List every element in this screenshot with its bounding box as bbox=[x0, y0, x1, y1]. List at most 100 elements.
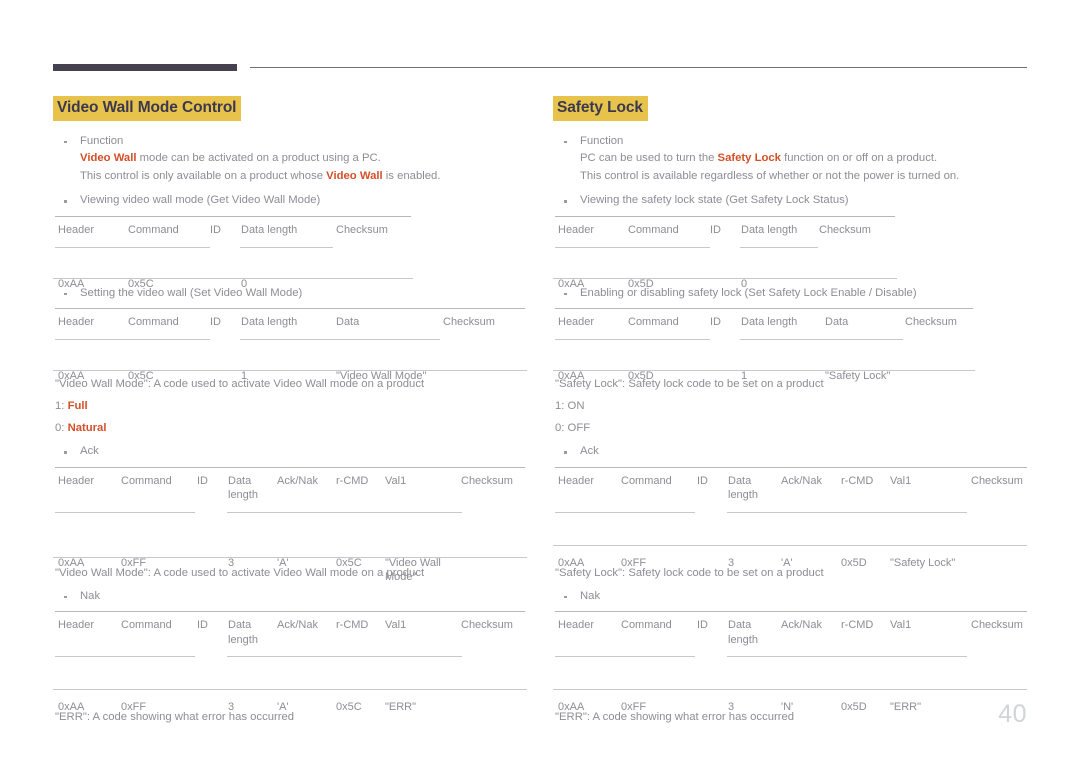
col-header-val1: Val1 bbox=[890, 619, 912, 631]
table-rule-mid-left bbox=[55, 656, 195, 657]
table-set-safety-lock: Header Command ID Data length Data Check… bbox=[553, 308, 1027, 382]
table-header-row: Header Command ID Data length Ack/Nak r-… bbox=[53, 618, 527, 656]
col-header-header: Header bbox=[58, 474, 95, 487]
option-on: 1: ON bbox=[555, 400, 585, 412]
function-line-3: This control is available regardless of … bbox=[580, 169, 960, 182]
col-header-checksum: Checksum bbox=[819, 223, 871, 236]
col-header-data-length: Data length bbox=[728, 474, 758, 502]
option-off: 0: OFF bbox=[555, 422, 591, 434]
col-header-data-length: Data length bbox=[228, 474, 258, 502]
cell-r-cmd: 0x5D bbox=[841, 556, 867, 569]
cell-header: 0xAA bbox=[558, 370, 585, 382]
set-safety-lock-label: Enabling or disabling safety lock (Set S… bbox=[580, 286, 917, 299]
option-natural-value: Natural bbox=[67, 422, 107, 434]
col-header-ack-nak: Ack/Nak bbox=[277, 474, 318, 487]
accent-video-wall-1: Video Wall bbox=[80, 152, 137, 164]
col-header-checksum: Checksum bbox=[443, 316, 495, 328]
cell-data-length: 1 bbox=[741, 370, 748, 382]
col-header-command: Command bbox=[128, 223, 179, 236]
bullet-function: Function PC can be used to turn the Safe… bbox=[553, 133, 1027, 186]
cell-header: 0xAA bbox=[558, 701, 585, 713]
col-header-checksum: Checksum bbox=[905, 316, 957, 328]
function-line-2-text: mode can be activated on a product using… bbox=[136, 152, 381, 164]
option-natural: 0: Natural bbox=[53, 415, 527, 437]
cell-val1: "ERR" bbox=[890, 701, 922, 713]
function-line-3: This control is only available on a prod… bbox=[80, 168, 527, 186]
cell-command: 0xFF bbox=[121, 556, 147, 569]
bullet-nak: Nak bbox=[553, 588, 1027, 606]
cell-ack-nak: 'A' bbox=[277, 701, 289, 713]
table-rule-mid-left bbox=[555, 656, 695, 657]
col-header-ack-nak: Ack/Nak bbox=[781, 474, 822, 487]
cell-header: 0xAA bbox=[58, 701, 85, 713]
col-header-data: Data bbox=[825, 316, 849, 328]
bullet-set-video-wall-mode: Setting the video wall (Set Video Wall M… bbox=[53, 285, 527, 303]
table-rule-mid-left bbox=[555, 511, 695, 513]
col-header-r-cmd: r-CMD bbox=[841, 619, 874, 631]
col-header-data-length: Data length bbox=[741, 316, 798, 328]
cell-r-cmd: 0x5C bbox=[336, 701, 362, 713]
left-column: Video Wall Mode Control Function Video W… bbox=[53, 96, 527, 726]
table-rule-top bbox=[555, 611, 1027, 612]
table-rule-bottom bbox=[553, 277, 897, 279]
page-title-safety-lock: Safety Lock bbox=[553, 96, 648, 121]
table-header-row: Header Command ID Data length Ack/Nak r-… bbox=[553, 618, 1027, 656]
col-header-id: ID bbox=[210, 223, 221, 236]
table-rule-top bbox=[55, 308, 525, 309]
bullet-ack: Ack bbox=[553, 443, 1027, 461]
col-header-command: Command bbox=[621, 474, 672, 487]
function-line-2-post: function on or off on a product. bbox=[780, 152, 938, 164]
get-safety-lock-status-label: Viewing the safety lock state (Get Safet… bbox=[580, 194, 849, 206]
table-header-row: Header Command ID Data length Ack/Nak r-… bbox=[53, 474, 527, 512]
cell-command: 0xFF bbox=[621, 556, 647, 569]
header-accent-bar bbox=[53, 64, 237, 71]
bullet-ack: Ack bbox=[53, 443, 527, 461]
page-number: 40 bbox=[998, 700, 1027, 728]
col-header-header: Header bbox=[558, 619, 595, 631]
cell-ack-nak: 'A' bbox=[277, 556, 289, 569]
col-header-data-length: Data length bbox=[241, 316, 298, 328]
cell-data: "Video Wall Mode" bbox=[336, 370, 427, 382]
cell-data-length: 3 bbox=[228, 701, 235, 713]
table-body-row: 0xAA 0x5D 1 "Safety Lock" bbox=[553, 369, 1027, 395]
col-header-checksum: Checksum bbox=[461, 474, 513, 487]
accent-safety-lock-1: Safety Lock bbox=[717, 152, 781, 164]
table-rule-mid-left bbox=[55, 246, 210, 248]
cell-val1: "Safety Lock" bbox=[890, 556, 956, 569]
col-header-command: Command bbox=[628, 316, 679, 328]
function-line-3-post: is enabled. bbox=[382, 169, 441, 182]
table-rule-mid-right bbox=[240, 246, 333, 248]
cell-data: "Safety Lock" bbox=[825, 370, 891, 382]
table-rule-mid-right bbox=[227, 511, 462, 513]
table-rule-top bbox=[55, 215, 411, 217]
col-header-r-cmd: r-CMD bbox=[841, 474, 874, 487]
col-header-command: Command bbox=[621, 619, 672, 631]
col-header-val1: Val1 bbox=[385, 474, 407, 487]
col-header-header: Header bbox=[558, 474, 595, 487]
col-header-val1: Val1 bbox=[890, 474, 912, 487]
option-full: 1: Full bbox=[53, 393, 527, 415]
table-rule-mid-right bbox=[727, 511, 967, 513]
function-label: Function bbox=[580, 134, 624, 147]
col-header-command: Command bbox=[121, 474, 172, 487]
col-header-data-length: Data length bbox=[728, 619, 758, 646]
bullet-get-safety-lock-status: Viewing the safety lock state (Get Safet… bbox=[553, 192, 1027, 210]
table-header-row: Header Command ID Data length Checksum bbox=[53, 223, 527, 247]
table-rule-mid-left bbox=[55, 511, 195, 513]
cell-header: 0xAA bbox=[58, 370, 85, 382]
table-rule-top bbox=[555, 308, 973, 309]
col-header-header: Header bbox=[558, 223, 595, 236]
table-header-row: Header Command ID Data length Ack/Nak r-… bbox=[553, 474, 1027, 512]
col-header-data-length: Data length bbox=[241, 223, 298, 236]
table-ack: Header Command ID Data length Ack/Nak r-… bbox=[53, 466, 527, 583]
col-header-header: Header bbox=[558, 316, 595, 328]
col-header-r-cmd: r-CMD bbox=[336, 619, 369, 631]
table-rule-mid-right bbox=[727, 656, 967, 657]
col-header-command: Command bbox=[121, 619, 172, 631]
col-header-id: ID bbox=[697, 619, 708, 631]
col-header-r-cmd: r-CMD bbox=[336, 474, 369, 487]
col-header-checksum: Checksum bbox=[971, 619, 1023, 631]
table-rule-mid-right bbox=[227, 656, 462, 657]
nak-label: Nak bbox=[580, 589, 601, 602]
table-body-row: 0xAA 0xFF 3 'A' 0x5C "ERR" bbox=[53, 700, 527, 726]
